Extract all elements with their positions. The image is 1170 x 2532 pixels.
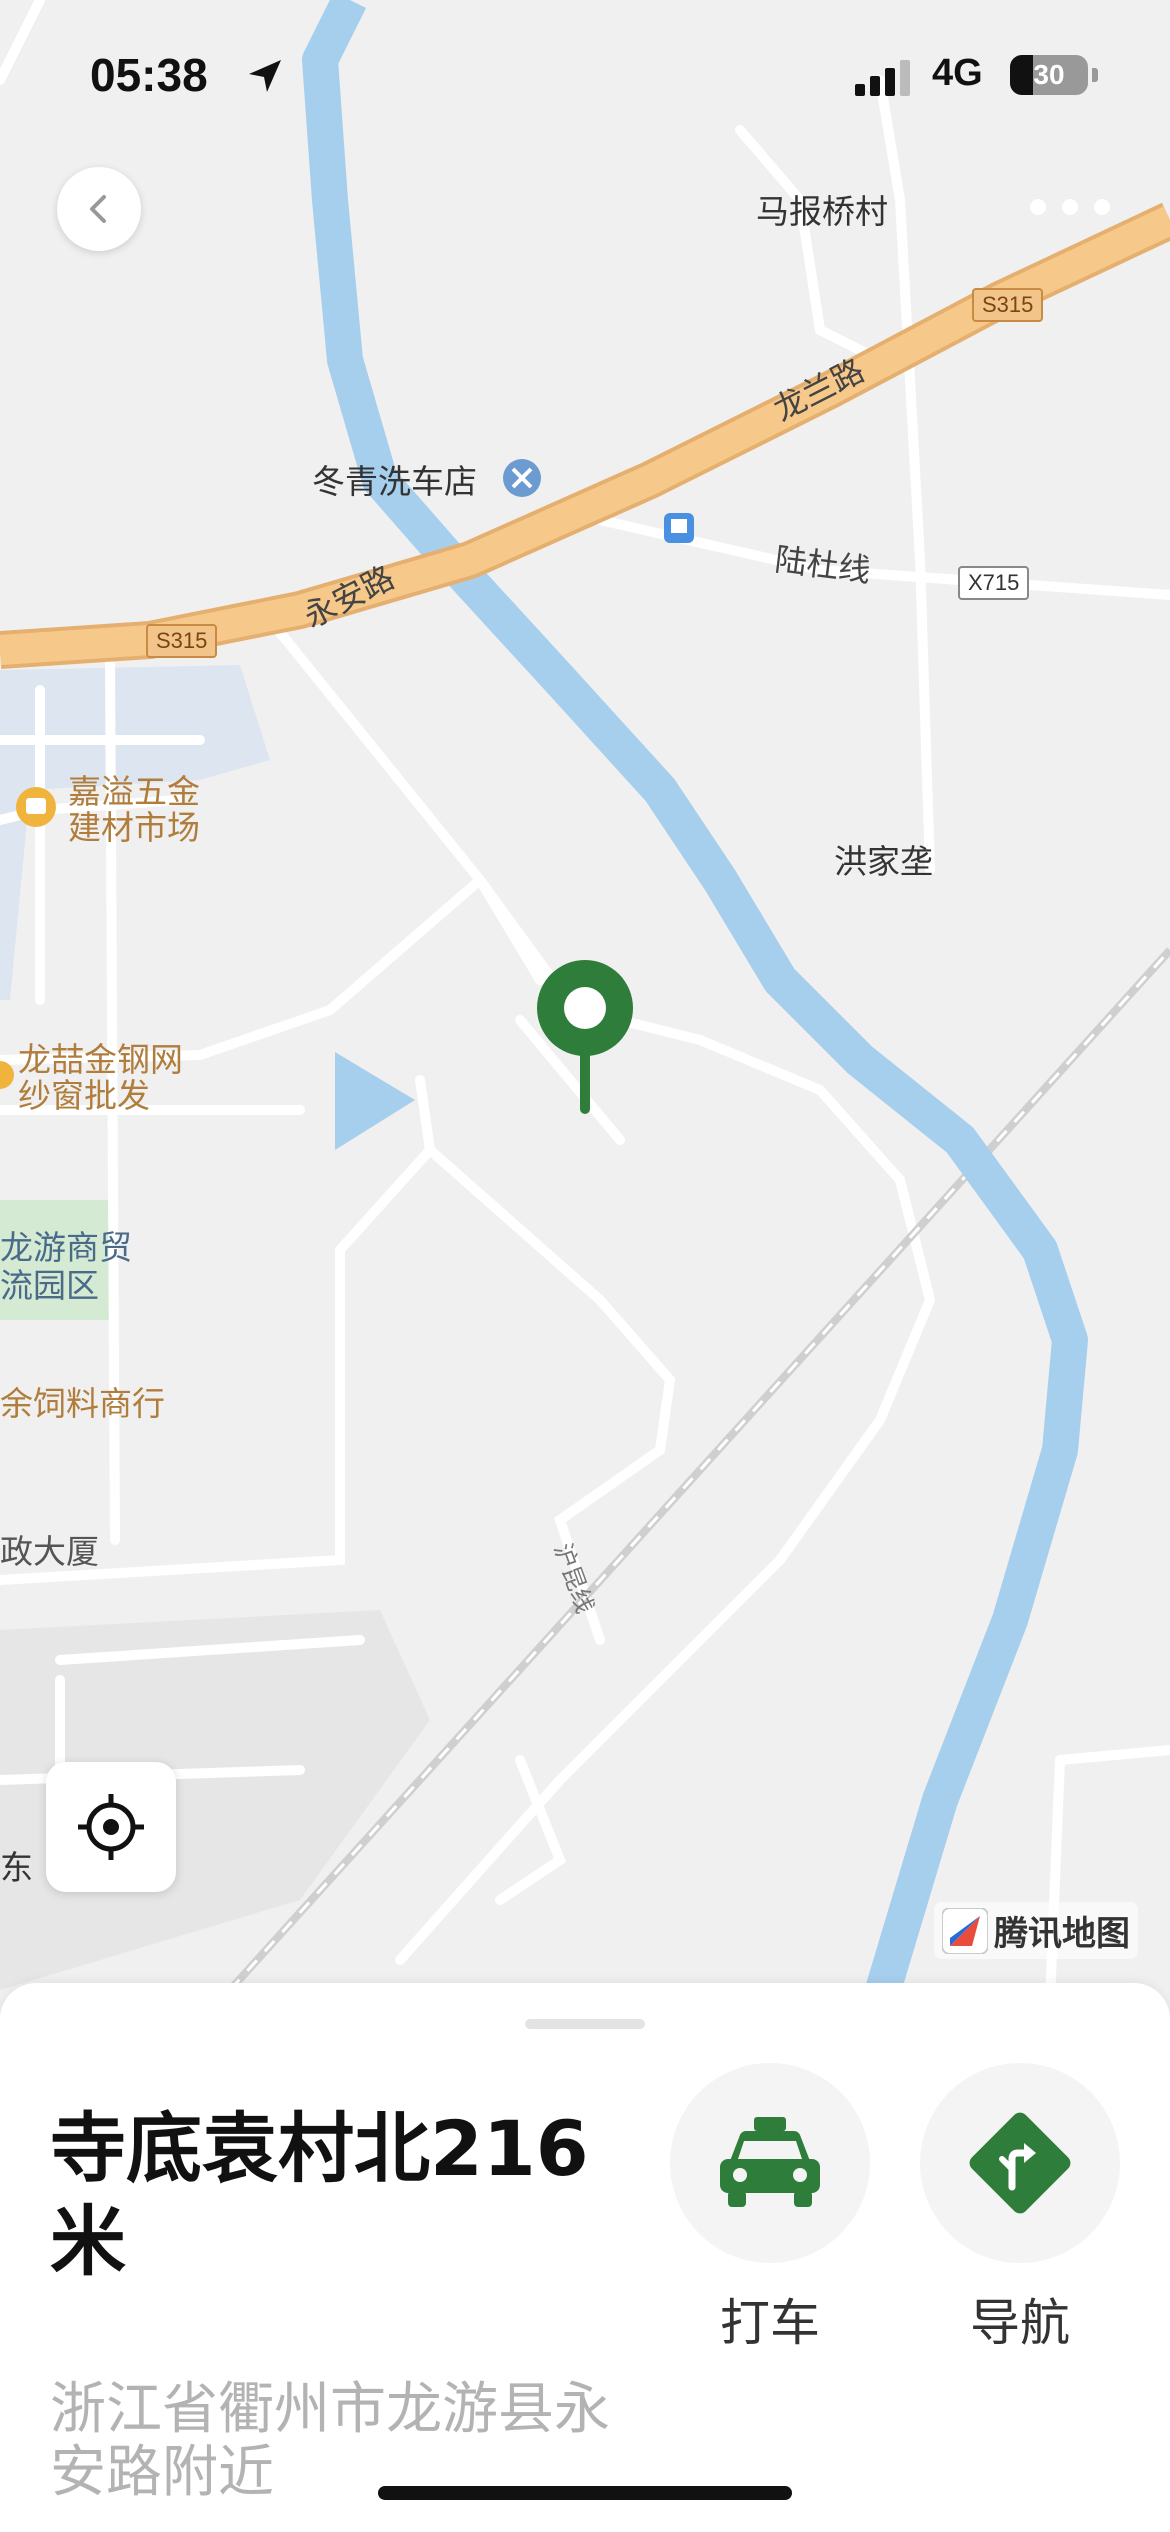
map-label-park-2: 流园区 [0, 1266, 99, 1305]
poi-label-longzhe-2[interactable]: 纱窗批发 [18, 1076, 150, 1116]
map-label-village: 马报桥村 [756, 192, 888, 231]
status-time: 05:38 [90, 49, 208, 101]
route-shield-x715: X715 [958, 566, 1030, 600]
navigate-circle[interactable] [920, 2063, 1120, 2263]
chevron-left-icon [90, 195, 106, 223]
poi-label-jiayi-2[interactable]: 建材市场 [68, 808, 200, 848]
battery-icon: 30 [1010, 55, 1088, 95]
taxi-circle[interactable] [670, 2063, 870, 2263]
route-shield-s315: S315 [146, 624, 218, 658]
network-type: 4G [932, 52, 983, 94]
navigation-icon [969, 2112, 1071, 2214]
taxi-button[interactable]: 打车 [670, 2063, 870, 2355]
poi-label-feed[interactable]: 余饲料商行 [0, 1384, 165, 1424]
locate-me-button[interactable] [46, 1762, 176, 1892]
tencent-map-logo-text: 腾讯地图 [994, 1914, 1130, 1954]
location-arrow-icon [249, 60, 281, 92]
map-label-park-1: 龙游商贸 [0, 1228, 132, 1267]
route-shield-s315: S315 [972, 288, 1044, 322]
navigate-label: 导航 [970, 2294, 1070, 2352]
more-dot-icon [1094, 199, 1110, 215]
tencent-map-logo: 腾讯地图 [934, 1902, 1138, 1959]
battery-percent: 30 [1033, 59, 1065, 90]
sheet-grabber[interactable] [525, 2019, 645, 2029]
more-options-button[interactable] [1030, 195, 1110, 219]
home-indicator [378, 2486, 792, 2500]
poi-label-longzhe-1[interactable]: 龙喆金钢网 [18, 1040, 183, 1080]
taxi-icon [720, 2117, 820, 2207]
place-detail-sheet[interactable]: 寺底袁村北216米 浙江省衢州市龙游县永安路附近 打车 导航 [0, 1983, 1170, 2532]
map-view[interactable]: 马报桥村 龙兰路 永安路 冬青洗车店 陆杜线 洪家垄 嘉溢五金 建材市场 龙喆金… [0, 0, 1170, 2000]
map-label-hongjia: 洪家垄 [834, 842, 933, 881]
location-pin-icon [535, 958, 635, 1122]
more-dot-icon [1062, 199, 1078, 215]
crosshair-icon [78, 1794, 144, 1860]
back-button[interactable] [57, 167, 141, 251]
map-label-east: 东 [0, 1848, 33, 1887]
tencent-map-logo-icon [942, 1907, 988, 1954]
poi-label-jiayi-1[interactable]: 嘉溢五金 [68, 772, 200, 812]
signal-icon [855, 60, 910, 96]
taxi-label: 打车 [720, 2294, 820, 2352]
poi-label-building[interactable]: 政大厦 [0, 1532, 99, 1572]
place-name: 寺底袁村北216米 [50, 2104, 589, 2286]
navigate-button[interactable]: 导航 [920, 2063, 1120, 2355]
status-bar: 05:38 4G 30 [0, 0, 1170, 150]
battery-cap [1092, 68, 1098, 82]
map-label-carwash[interactable]: 冬青洗车店 [312, 462, 477, 502]
more-dot-icon [1030, 199, 1046, 215]
